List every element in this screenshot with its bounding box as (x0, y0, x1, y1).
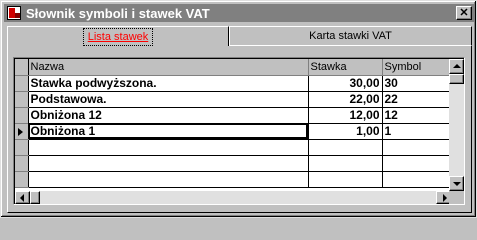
horizontal-scrollbar[interactable] (15, 191, 451, 204)
title-bar[interactable]: Słownik symboli i stawek VAT ✕ (4, 4, 475, 22)
scroll-up-button[interactable] (449, 59, 464, 74)
cell-empty[interactable] (28, 155, 309, 172)
row-indicator[interactable] (15, 75, 29, 92)
cell-stawka[interactable]: 1,00 (308, 123, 383, 140)
scrollbar-corner (449, 191, 464, 204)
cell-nazwa[interactable]: Podstawowa. (28, 91, 309, 108)
tab-panel: Nazwa Stawka Symbol Stawka podwyższona. … (7, 46, 472, 213)
cell-empty[interactable] (28, 171, 309, 188)
cell-empty[interactable] (308, 171, 383, 188)
dialog-window: Słownik symboli i stawek VAT ✕ Lista sta… (0, 0, 477, 218)
vat-rates-table: Nazwa Stawka Symbol Stawka podwyższona. … (15, 59, 451, 188)
vertical-scroll-thumb[interactable] (449, 74, 464, 84)
column-header-stawka[interactable]: Stawka (308, 59, 383, 76)
tab-karta-stawki-vat-label: Karta stawki VAT (309, 30, 392, 42)
scroll-left-button[interactable] (15, 191, 30, 204)
column-header-symbol[interactable]: Symbol (382, 59, 451, 76)
horizontal-scroll-thumb[interactable] (30, 191, 40, 204)
cell-symbol[interactable]: 12 (382, 107, 451, 124)
cell-symbol[interactable]: 1 (382, 123, 451, 140)
table-row[interactable]: Podstawowa. 22,00 22 (15, 91, 451, 108)
arrow-up-icon (453, 64, 461, 68)
table-row[interactable]: Stawka podwyższona. 30,00 30 (15, 75, 451, 92)
cell-stawka[interactable]: 30,00 (308, 75, 383, 92)
window-title: Słownik symboli i stawek VAT (26, 5, 210, 21)
cell-empty[interactable] (382, 139, 451, 156)
cell-empty[interactable] (382, 171, 451, 188)
arrow-down-icon (453, 182, 461, 186)
cell-nazwa[interactable]: Stawka podwyższona. (28, 75, 309, 92)
row-indicator[interactable] (15, 91, 29, 108)
cell-empty[interactable] (308, 155, 383, 172)
cell-empty[interactable] (308, 139, 383, 156)
vat-rates-grid: Nazwa Stawka Symbol Stawka podwyższona. … (13, 57, 465, 205)
table-row-empty[interactable] (15, 139, 451, 156)
cell-empty[interactable] (382, 155, 451, 172)
row-indicator[interactable] (15, 155, 29, 172)
header-row: Nazwa Stawka Symbol (15, 59, 451, 76)
indicator-header (15, 59, 29, 76)
cell-stawka[interactable]: 22,00 (308, 91, 383, 108)
app-icon[interactable] (7, 6, 21, 20)
scroll-down-button[interactable] (449, 176, 464, 191)
close-button[interactable]: ✕ (456, 6, 472, 20)
arrow-left-icon (20, 194, 24, 202)
cell-nazwa[interactable]: Obniżona 12 (28, 107, 309, 124)
arrow-right-icon (443, 194, 447, 202)
cell-symbol[interactable]: 22 (382, 91, 451, 108)
row-pointer-icon (18, 127, 23, 136)
vertical-scrollbar[interactable] (449, 59, 464, 191)
row-indicator[interactable] (15, 107, 29, 124)
tab-lista-stawek-label: Lista stawek (82, 27, 154, 46)
table-row-empty[interactable] (15, 171, 451, 188)
cell-stawka[interactable]: 12,00 (308, 107, 383, 124)
cell-empty[interactable] (28, 139, 309, 156)
tab-strip: Lista stawek Karta stawki VAT (7, 26, 472, 46)
table-row-current[interactable]: Obniżona 1 1,00 1 (15, 123, 451, 140)
tab-lista-stawek[interactable]: Lista stawek (7, 26, 229, 46)
row-indicator[interactable] (15, 171, 29, 188)
table-row[interactable]: Obniżona 12 12,00 12 (15, 107, 451, 124)
cell-nazwa[interactable]: Obniżona 1 (28, 123, 309, 140)
table-row-empty[interactable] (15, 155, 451, 172)
column-header-nazwa[interactable]: Nazwa (28, 59, 309, 76)
row-indicator[interactable] (15, 139, 29, 156)
cell-symbol[interactable]: 30 (382, 75, 451, 92)
row-indicator[interactable] (15, 123, 29, 140)
close-icon: ✕ (459, 6, 469, 19)
tab-karta-stawki-vat[interactable]: Karta stawki VAT (229, 26, 472, 46)
